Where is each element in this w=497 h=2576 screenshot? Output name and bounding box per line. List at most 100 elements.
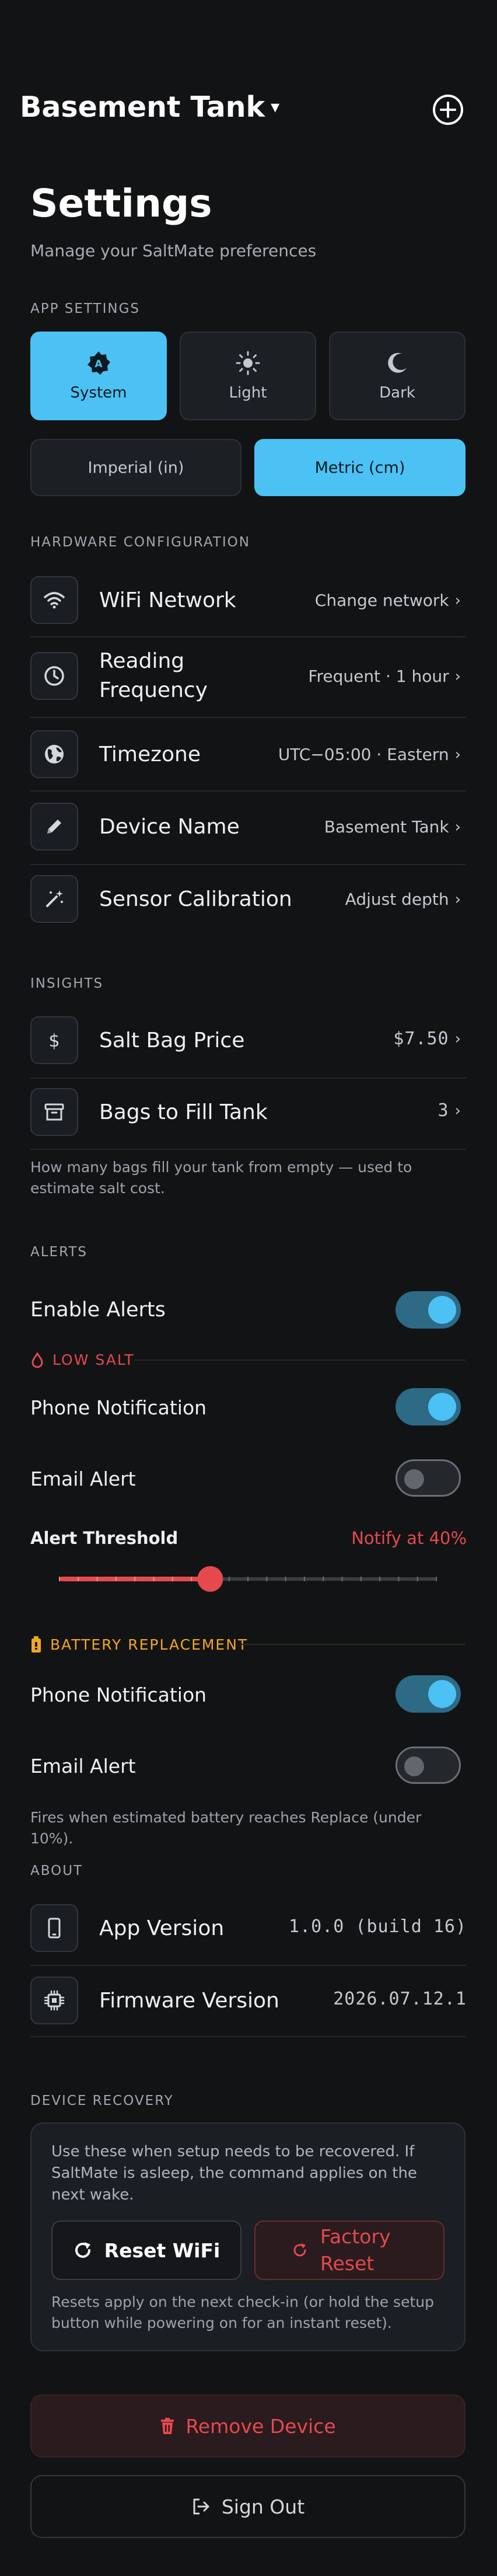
slider-tick — [134, 1577, 136, 1581]
alert-threshold-value: Notify at 40% — [351, 1528, 467, 1548]
add-device-button[interactable] — [432, 93, 464, 126]
toggle-knob — [428, 1296, 456, 1324]
units-imperial-label: Imperial (in) — [88, 458, 184, 477]
sensor-calibration-value-text: Adjust depth — [345, 890, 449, 909]
slider-tick — [228, 1577, 230, 1581]
reset-wifi-button[interactable]: Reset WiFi — [51, 2221, 242, 2280]
chevron-down-icon: ▾ — [271, 96, 280, 117]
slider-thumb[interactable] — [197, 1566, 223, 1592]
app-settings-label: APP SETTINGS — [30, 301, 141, 316]
slider-tick — [78, 1577, 79, 1581]
slider-tick — [436, 1577, 437, 1581]
low-salt-phone-label: Phone Notification — [30, 1396, 207, 1419]
battery-help-text: Fires when estimated battery reaches Rep… — [30, 1809, 422, 1847]
units-metric-button[interactable]: Metric (cm) — [254, 439, 466, 496]
theme-dark-label: Dark — [379, 384, 415, 402]
sign-out-button[interactable]: Sign Out — [30, 2475, 466, 2538]
chevron-right-icon: › — [454, 890, 461, 908]
chevron-right-icon: › — [454, 591, 461, 609]
reading-frequency-value-text: Frequent · 1 hour — [308, 667, 449, 686]
device-name-value-text: Basement Tank — [324, 817, 449, 836]
slider-tick — [341, 1577, 343, 1581]
slider-tick — [303, 1577, 305, 1581]
toggle-knob — [404, 1756, 424, 1776]
slider-tick — [379, 1577, 381, 1581]
remove-device-label: Remove Device — [186, 2414, 336, 2438]
globe-icon — [30, 730, 78, 778]
reset-icon — [75, 2242, 90, 2258]
battery-phone-label: Phone Notification — [30, 1683, 207, 1706]
chevron-right-icon: › — [454, 1101, 461, 1120]
slider-tick — [285, 1577, 286, 1581]
factory-reset-button[interactable]: Factory Reset — [254, 2221, 444, 2280]
app-version-value: 1.0.0 (build 16) — [289, 1916, 467, 1937]
wifi-label: WiFi Network — [99, 588, 236, 612]
wifi-value-text: Change network — [314, 591, 449, 610]
theme-system-button[interactable]: A System — [30, 332, 167, 420]
slider-tick — [247, 1577, 249, 1581]
insights-label: INSIGHTS — [30, 976, 104, 991]
reading-frequency-value: Frequent · 1 hour › — [308, 667, 461, 686]
low-salt-email-toggle[interactable] — [396, 1459, 461, 1497]
sign-out-label: Sign Out — [221, 2495, 305, 2518]
salt-bag-price-value-text: $7.50 — [393, 1029, 449, 1049]
theme-dark-button[interactable]: Dark — [329, 332, 466, 420]
slider-tick — [172, 1577, 173, 1581]
battery-phone-toggle[interactable] — [396, 1675, 461, 1713]
timezone-value-text: UTC−05:00 · Eastern — [278, 745, 449, 764]
slider-tick — [323, 1577, 324, 1581]
firmware-version-label: Firmware Version — [99, 1989, 279, 2013]
auto-theme-icon: A — [88, 351, 110, 375]
enable-alerts-toggle[interactable] — [396, 1291, 461, 1329]
reset-icon — [293, 2243, 306, 2257]
moon-icon — [388, 353, 407, 373]
battery-email-toggle[interactable] — [396, 1747, 461, 1784]
divider — [30, 2036, 466, 2037]
toggle-knob — [404, 1469, 424, 1489]
alert-threshold-slider[interactable] — [52, 1564, 443, 1594]
units-imperial-button[interactable]: Imperial (in) — [30, 439, 242, 496]
divider — [30, 1149, 466, 1150]
device-recovery-label: DEVICE RECOVERY — [30, 2093, 174, 2108]
wifi-icon — [30, 576, 78, 624]
low-salt-email-label: Email Alert — [30, 1467, 136, 1490]
wifi-value: Change network › — [315, 591, 461, 610]
trash-icon — [161, 2418, 174, 2434]
chip-icon — [30, 1977, 78, 2024]
battery-email-label: Email Alert — [30, 1755, 136, 1777]
salt-bag-price-label: Salt Bag Price — [99, 1029, 245, 1052]
phone-icon — [30, 1904, 78, 1952]
svg-text:$: $ — [48, 1031, 60, 1051]
device-name-label: Device Name — [99, 815, 240, 839]
settings-page: Basement Tank ▾ Settings Manage your Sal… — [0, 0, 497, 2576]
slider-tick — [416, 1577, 418, 1581]
plus-circle-icon — [433, 95, 463, 125]
chevron-right-icon: › — [454, 667, 461, 685]
units-metric-label: Metric (cm) — [314, 458, 405, 477]
remove-device-button[interactable]: Remove Device — [30, 2394, 466, 2458]
archive-icon — [30, 1088, 78, 1136]
slider-tick — [398, 1577, 400, 1581]
factory-reset-label: Factory Reset — [320, 2225, 391, 2275]
bags-help-text: How many bags fill your tank from empty … — [30, 1159, 412, 1197]
chevron-right-icon: › — [454, 1030, 461, 1048]
svg-text:A: A — [94, 358, 103, 370]
pencil-icon — [30, 803, 78, 850]
hardware-label: HARDWARE CONFIGURATION — [30, 535, 250, 550]
slider-tick — [360, 1577, 362, 1581]
alert-threshold-label: Alert Threshold — [30, 1528, 178, 1548]
timezone-label: Timezone — [99, 743, 201, 766]
enable-alerts-label: Enable Alerts — [30, 1298, 166, 1322]
bags-to-fill-value: 3 › — [438, 1100, 461, 1121]
device-name: Basement Tank — [20, 90, 265, 124]
slider-tick — [115, 1577, 117, 1581]
low-salt-phone-toggle[interactable] — [396, 1388, 461, 1425]
theme-system-label: System — [70, 384, 127, 402]
slider-ticks — [59, 1577, 437, 1581]
clock-icon — [30, 652, 78, 700]
low-salt-label: LOW SALT — [52, 1351, 135, 1368]
toggle-knob — [428, 1680, 456, 1708]
theme-light-button[interactable]: Light — [180, 332, 316, 420]
theme-light-label: Light — [229, 384, 267, 402]
device-selector[interactable]: Basement Tank ▾ — [20, 90, 279, 124]
